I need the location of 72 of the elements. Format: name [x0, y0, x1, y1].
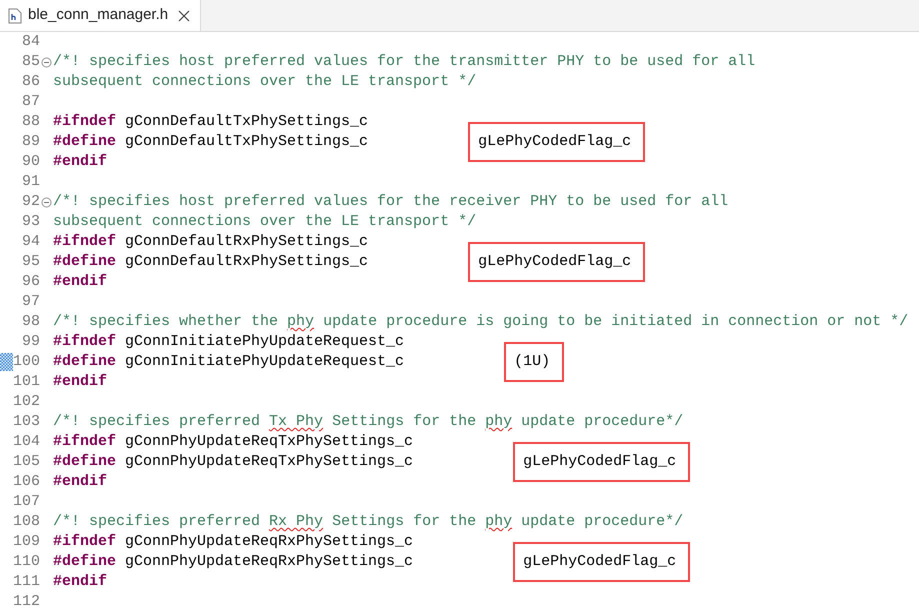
line-number: 105: [12, 452, 40, 472]
line-number: 94: [22, 232, 40, 252]
line-number: 84: [22, 32, 40, 52]
preprocessor-keyword: #endif: [53, 572, 108, 592]
macro-value: gLePhyCodedFlag_c: [468, 122, 646, 162]
tab-title: ble_conn_manager.h: [28, 5, 168, 26]
preprocessor-keyword: #endif: [53, 472, 108, 492]
line-number: 107: [12, 492, 40, 512]
macro-name: gConnDefaultTxPhySettings_c: [125, 132, 368, 152]
macro-value: gLePhyCodedFlag_c: [513, 542, 690, 582]
code-comment: /*! specifies preferred Rx Phy Settings for the phy update procedure*/: [53, 512, 684, 532]
line-number: 88: [22, 112, 40, 132]
line-number: 102: [12, 392, 40, 412]
code-comment: subsequent connections over the LE transport */: [53, 212, 476, 232]
macro-name: gConnPhyUpdateReqRxPhySettings_c: [125, 532, 414, 552]
macro-name: gConnDefaultRxPhySettings_c: [125, 232, 368, 252]
line-number: 101: [12, 372, 40, 392]
line-number: 89: [22, 132, 40, 152]
line-number: 106: [12, 472, 40, 492]
preprocessor-keyword: #define: [53, 452, 116, 472]
preprocessor-keyword: #define: [53, 132, 116, 152]
preprocessor-keyword: #ifndef: [53, 112, 116, 132]
macro-name: gConnPhyUpdateReqTxPhySettings_c: [125, 452, 414, 472]
macro-name: gConnPhyUpdateReqTxPhySettings_c: [125, 432, 414, 452]
line-number: 110: [12, 552, 40, 572]
line-number: 111: [12, 572, 40, 592]
code-comment: /*! specifies host preferred values for the receiver PHY to be used for all: [53, 192, 728, 212]
macro-value: (1U): [504, 342, 564, 382]
preprocessor-keyword: #ifndef: [53, 532, 116, 552]
line-number: 96: [22, 272, 40, 292]
line-number: 95: [22, 252, 40, 272]
preprocessor-keyword: #ifndef: [53, 232, 116, 252]
macro-value: gLePhyCodedFlag_c: [513, 442, 690, 482]
macro-name: gConnInitiatePhyUpdateRequest_c: [125, 332, 404, 352]
line-number: 103: [12, 412, 40, 432]
header-file-icon: [8, 8, 22, 24]
line-number: 99: [22, 332, 40, 352]
line-number: 87: [22, 92, 40, 112]
preprocessor-keyword: #ifndef: [53, 332, 116, 352]
line-number: 109: [12, 532, 40, 552]
macro-name: gConnDefaultRxPhySettings_c: [125, 252, 368, 272]
line-number: 91: [22, 172, 40, 192]
macro-name: gConnPhyUpdateReqRxPhySettings_c: [125, 552, 414, 572]
line-number: 97: [22, 292, 40, 312]
close-icon[interactable]: [178, 10, 190, 22]
preprocessor-keyword: #define: [53, 252, 116, 272]
code-comment: /*! specifies whether the phy update procedure is going to be initiated in connection or not */: [53, 312, 908, 332]
line-number: 104: [12, 432, 40, 452]
preprocessor-keyword: #endif: [53, 372, 108, 392]
preprocessor-keyword: #ifndef: [53, 432, 116, 452]
collapse-icon[interactable]: [41, 197, 52, 208]
preprocessor-keyword: #endif: [53, 272, 108, 292]
editor-tab[interactable]: ble_conn_manager.h: [0, 0, 202, 31]
macro-value: gLePhyCodedFlag_c: [468, 242, 646, 282]
line-number: 93: [22, 212, 40, 232]
line-number: 86: [22, 72, 40, 92]
line-number: 92: [22, 192, 40, 212]
line-number: 100: [12, 352, 40, 372]
macro-name: gConnInitiatePhyUpdateRequest_c: [125, 352, 404, 372]
collapse-icon[interactable]: [41, 57, 52, 68]
preprocessor-keyword: #endif: [53, 152, 108, 172]
line-number: 98: [22, 312, 40, 332]
macro-name: gConnDefaultTxPhySettings_c: [125, 112, 368, 132]
code-comment: /*! specifies host preferred values for the transmitter PHY to be used for all: [53, 52, 756, 72]
code-comment: subsequent connections over the LE transport */: [53, 72, 476, 92]
preprocessor-keyword: #define: [53, 552, 116, 572]
line-number: 85: [22, 52, 40, 72]
preprocessor-keyword: #define: [53, 352, 116, 372]
code-comment: /*! specifies preferred Tx Phy Settings for the phy update procedure*/: [53, 412, 684, 432]
line-number: 112: [12, 592, 40, 608]
line-number: 90: [22, 152, 40, 172]
line-number: 108: [12, 512, 40, 532]
